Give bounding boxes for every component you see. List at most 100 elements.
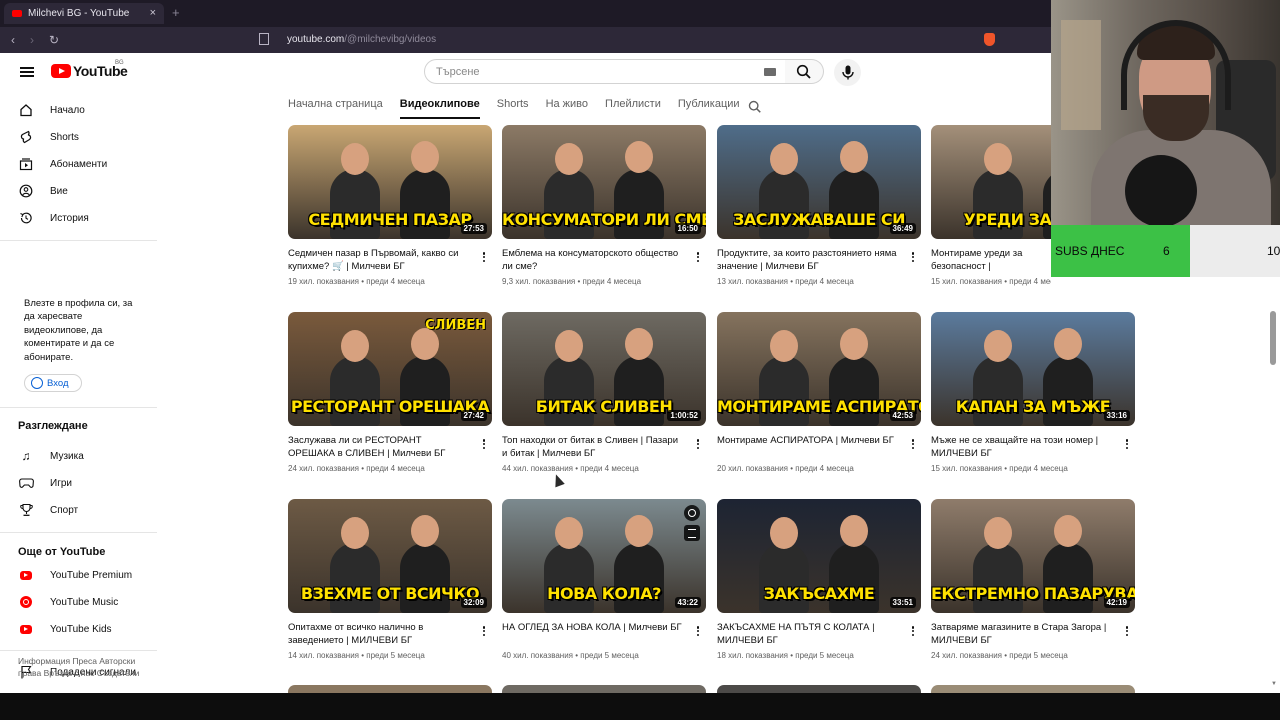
video-thumbnail[interactable]: УРЕДИ ЗА БЕЗО bbox=[931, 125, 1051, 239]
video-title[interactable]: Седмичен пазар в Първомай, какво си купи… bbox=[288, 247, 492, 274]
sidebar-item-music[interactable]: ♫ Музика bbox=[18, 446, 84, 466]
video-menu-icon[interactable] bbox=[478, 624, 490, 638]
video-card[interactable]: МОНТИРАМЕ АСПИРАТОРА42:53 Монтираме АСПИР… bbox=[717, 312, 921, 473]
sidebar-item-shorts[interactable]: Shorts bbox=[18, 127, 79, 147]
signin-button[interactable]: Вход bbox=[24, 374, 82, 392]
search-input[interactable]: Търсене bbox=[424, 59, 786, 84]
search-button[interactable] bbox=[785, 59, 824, 84]
menu-icon[interactable] bbox=[20, 67, 34, 77]
browser-tab[interactable]: Milchevi BG - YouTube × bbox=[4, 3, 164, 24]
upload-age: преди 4 месеца bbox=[580, 464, 639, 473]
video-menu-icon[interactable] bbox=[907, 624, 919, 638]
video-card[interactable]: БИТАК СЛИВЕН 1:00:52 Топ находки от битак … bbox=[502, 312, 706, 473]
video-thumbnail[interactable]: МОНТИРАМЕ АСПИРАТОРА42:53 bbox=[717, 312, 921, 426]
video-title[interactable]: Затваряме магазините в Стара Загора | МИ… bbox=[931, 621, 1135, 648]
forward-icon[interactable]: › bbox=[30, 33, 34, 47]
video-card[interactable]: ЗАСЛУЖАВАШЕ СИ 36:49 Продуктите, за които … bbox=[717, 125, 921, 286]
sidebar-item-youtube-premium[interactable]: YouTube Premium bbox=[18, 565, 132, 585]
video-menu-icon[interactable] bbox=[478, 250, 490, 264]
voice-search-button[interactable] bbox=[834, 59, 861, 86]
scroll-down-icon[interactable]: ▼ bbox=[1271, 681, 1277, 687]
sidebar-item-history[interactable]: История bbox=[18, 208, 89, 228]
sidebar-item-gaming[interactable]: Игри bbox=[18, 473, 72, 493]
url-field[interactable]: youtube.com/@milchevibg/videos bbox=[287, 34, 436, 45]
bookmark-icon[interactable] bbox=[259, 33, 269, 45]
video-card[interactable]: КОНСУМАТОРИ ЛИ СМЕ 16:50 Емблема на консум… bbox=[502, 125, 706, 286]
video-thumbnail[interactable]: КОНСУМАТОРИ ЛИ СМЕ 16:50 bbox=[502, 125, 706, 239]
video-title[interactable]: НА ОГЛЕД ЗА НОВА КОЛА | Милчеви БГ bbox=[502, 621, 706, 648]
video-thumbnail[interactable]: БИТАК СЛИВЕН 1:00:52 bbox=[502, 312, 706, 426]
sidebar: Начало Shorts Абонаменти Вие История Вле… bbox=[0, 98, 160, 693]
video-thumbnail[interactable]: ЗАСЛУЖАВАШЕ СИ 36:49 bbox=[717, 125, 921, 239]
video-thumbnail-partial[interactable] bbox=[502, 685, 706, 693]
video-menu-icon[interactable] bbox=[692, 250, 704, 264]
video-thumbnail[interactable]: РЕСТОРАНТ ОРЕШАКА СЛИВЕН 27:42 bbox=[288, 312, 492, 426]
video-card[interactable]: ВЗЕХМЕ ОТ ВСИЧКО 32:09 Опитахме от всичко … bbox=[288, 499, 492, 660]
tab-home[interactable]: Начална страница bbox=[288, 98, 383, 120]
history-icon bbox=[18, 211, 34, 225]
youtube-favicon-icon bbox=[12, 10, 22, 17]
video-card[interactable]: ЗАКЪСАХМЕ 33:51 ЗАКЪСАХМЕ НА ПЪТЯ С КОЛАТА… bbox=[717, 499, 921, 660]
scrollbar-thumb[interactable] bbox=[1270, 311, 1276, 365]
tab-live[interactable]: На живо bbox=[546, 98, 588, 120]
video-card[interactable]: НОВА КОЛА? 43:22 НА ОГЛЕД ЗА НОВА КОЛА | М… bbox=[502, 499, 706, 660]
close-tab-icon[interactable]: × bbox=[150, 7, 156, 19]
video-menu-icon[interactable] bbox=[1121, 624, 1133, 638]
thumbnail-face bbox=[1054, 515, 1082, 547]
video-card[interactable]: СЕДМИЧЕН ПАЗАР 27:53 Седмичен пазар в Първ… bbox=[288, 125, 492, 286]
video-thumbnail[interactable]: ЗАКЪСАХМЕ 33:51 bbox=[717, 499, 921, 613]
video-thumbnail-partial[interactable] bbox=[931, 685, 1135, 693]
reload-icon[interactable]: ↻ bbox=[49, 33, 59, 47]
sidebar-item-you[interactable]: Вие bbox=[18, 181, 68, 201]
video-menu-icon[interactable] bbox=[907, 250, 919, 264]
video-thumbnail[interactable]: ВЗЕХМЕ ОТ ВСИЧКО 32:09 bbox=[288, 499, 492, 613]
video-title[interactable]: Топ находки от битак в Сливен | Пазари и… bbox=[502, 434, 706, 461]
sidebar-item-subscriptions[interactable]: Абонаменти bbox=[18, 154, 107, 174]
video-thumbnail-partial[interactable] bbox=[717, 685, 921, 693]
tab-posts[interactable]: Публикации bbox=[678, 98, 740, 120]
thumbnail-face bbox=[770, 517, 798, 549]
video-title[interactable]: ЗАКЪСАХМЕ НА ПЪТЯ С КОЛАТА | МИЛЧЕВИ БГ bbox=[717, 621, 921, 648]
video-thumbnail-partial[interactable] bbox=[288, 685, 492, 693]
view-count: 40 хил. показвания bbox=[502, 651, 574, 660]
youtube-logo[interactable]: YouTube BG bbox=[51, 60, 128, 79]
tab-videos[interactable]: Видеоклипове bbox=[399, 98, 480, 119]
thumbnail-face bbox=[625, 141, 653, 173]
watch-later-icon[interactable] bbox=[684, 505, 700, 521]
video-card[interactable]: РЕСТОРАНТ ОРЕШАКА СЛИВЕН 27:42 Заслужава ли… bbox=[288, 312, 492, 473]
new-tab-button[interactable]: + bbox=[172, 5, 180, 20]
video-title[interactable]: Монтираме АСПИРАТОРА | Милчеви БГ bbox=[717, 434, 921, 461]
video-menu-icon[interactable] bbox=[1121, 437, 1133, 451]
video-title[interactable]: Заслужава ли си РЕСТОРАНТ ОРЕШАКА в СЛИВ… bbox=[288, 434, 492, 461]
video-card[interactable]: ЕКСТРЕМНО ПАЗАРУВАНЕ42:19 Затваряме магаз… bbox=[931, 499, 1135, 660]
video-menu-icon[interactable] bbox=[478, 437, 490, 451]
keyboard-icon[interactable] bbox=[764, 68, 776, 76]
add-to-queue-icon[interactable] bbox=[684, 525, 700, 541]
brave-shield-icon[interactable] bbox=[984, 33, 995, 46]
video-title[interactable]: Монтираме уреди за безопасност | Милчеви… bbox=[931, 247, 1051, 274]
video-duration: 36:49 bbox=[889, 223, 916, 234]
sidebar-item-youtube-kids[interactable]: YouTube Kids bbox=[18, 619, 112, 639]
video-menu-icon[interactable] bbox=[692, 624, 704, 638]
sidebar-item-youtube-music[interactable]: YouTube Music bbox=[18, 592, 118, 612]
video-title[interactable]: Продуктите, за които разстоянието няма з… bbox=[717, 247, 921, 274]
video-card[interactable]: КАПАН ЗА МЪЖЕ 33:16 Мъже не се хващайте на… bbox=[931, 312, 1135, 473]
video-title[interactable]: Мъже не се хващайте на този номер | МИЛЧ… bbox=[931, 434, 1135, 461]
video-thumbnail[interactable]: НОВА КОЛА? 43:22 bbox=[502, 499, 706, 613]
sidebar-item-home[interactable]: Начало bbox=[18, 100, 85, 120]
video-card[interactable]: УРЕДИ ЗА БЕЗО Монтираме уреди за безопасн… bbox=[931, 125, 1051, 286]
footer-links[interactable]: Информация Преса Авторски права Връзка с… bbox=[18, 655, 148, 679]
video-thumbnail[interactable]: СЕДМИЧЕН ПАЗАР 27:53 bbox=[288, 125, 492, 239]
back-icon[interactable]: ‹ bbox=[11, 33, 15, 47]
sidebar-item-sports[interactable]: Спорт bbox=[18, 500, 78, 520]
video-thumbnail[interactable]: КАПАН ЗА МЪЖЕ 33:16 bbox=[931, 312, 1135, 426]
channel-search-icon[interactable] bbox=[748, 100, 762, 114]
video-thumbnail[interactable]: ЕКСТРЕМНО ПАЗАРУВАНЕ42:19 bbox=[931, 499, 1135, 613]
video-metadata: 13 хил. показвания • преди 4 месеца bbox=[717, 277, 921, 286]
video-title[interactable]: Емблема на консуматорското общество ли с… bbox=[502, 247, 706, 274]
video-menu-icon[interactable] bbox=[907, 437, 919, 451]
video-menu-icon[interactable] bbox=[692, 437, 704, 451]
tab-playlists[interactable]: Плейлисти bbox=[605, 98, 661, 120]
tab-shorts[interactable]: Shorts bbox=[497, 98, 529, 120]
video-title[interactable]: Опитахме от всичко налично в заведението… bbox=[288, 621, 492, 648]
